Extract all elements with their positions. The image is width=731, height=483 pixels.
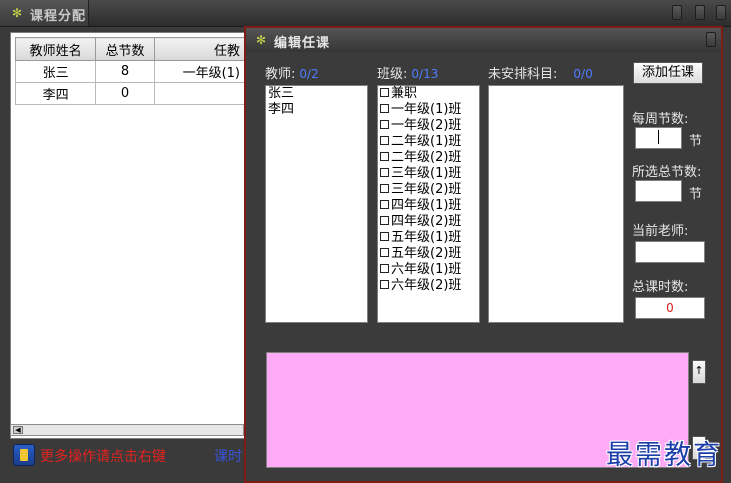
list-item[interactable]: 六年级(2)班 — [378, 278, 479, 294]
teacher-assignment-table: 教师姓名 总节数 任教 张三 8 一年级(1) 李四 0 — [14, 37, 246, 105]
list-item[interactable]: 六年级(1)班 — [378, 262, 479, 278]
list-item[interactable]: 一年级(2)班 — [378, 118, 479, 134]
app-icon: ✻ — [11, 6, 23, 20]
main-window-title: 课程分配 — [30, 9, 87, 24]
teacher-label: 教师: 0/2 — [265, 67, 319, 82]
list-item[interactable]: 四年级(1)班 — [378, 198, 479, 214]
cell-classes[interactable]: 一年级(1) — [153, 60, 246, 83]
list-item[interactable]: 一年级(1)班 — [378, 102, 479, 118]
column-header-classes[interactable]: 任教 — [153, 37, 246, 61]
checkbox[interactable] — [380, 136, 389, 145]
checkbox[interactable] — [380, 200, 389, 209]
list-item[interactable]: 张三 — [266, 86, 367, 102]
selected-total-label: 所选总节数: — [632, 165, 702, 180]
dialog-close-button[interactable] — [706, 32, 716, 47]
status-hint: 更多操作请点击右键 — [40, 449, 166, 465]
current-teacher-label: 当前老师: — [632, 224, 689, 239]
list-item[interactable]: 四年级(2)班 — [378, 214, 479, 230]
list-item[interactable]: 二年级(2)班 — [378, 150, 479, 166]
list-item[interactable]: 三年级(1)班 — [378, 166, 479, 182]
weekly-lessons-input[interactable] — [635, 127, 682, 149]
unscheduled-subject-label: 未安排科目: 0/0 — [488, 67, 593, 82]
cell-classes[interactable] — [153, 82, 246, 105]
checkbox[interactable] — [380, 152, 389, 161]
weekly-lessons-unit: 节 — [689, 134, 703, 149]
move-up-button[interactable]: ↑ — [692, 360, 706, 384]
column-header-teacher-name[interactable]: 教师姓名 — [14, 37, 97, 61]
teacher-table-panel: 教师姓名 总节数 任教 张三 8 一年级(1) 李四 0 — [10, 32, 246, 439]
class-count: 0/13 — [411, 67, 439, 81]
checkbox[interactable] — [380, 120, 389, 129]
menu-icon[interactable] — [13, 444, 35, 466]
column-header-total-lessons[interactable]: 总节数 — [95, 37, 155, 61]
list-item[interactable]: 五年级(1)班 — [378, 230, 479, 246]
main-title-tab[interactable]: ✻ 课程分配 — [0, 0, 89, 26]
list-item[interactable]: 三年级(2)班 — [378, 182, 479, 198]
dialog-app-icon: ✻ — [255, 33, 267, 47]
cell-total-lessons[interactable]: 0 — [95, 82, 155, 105]
class-label: 班级: 0/13 — [377, 67, 439, 82]
checkbox[interactable] — [380, 248, 389, 257]
checkbox[interactable] — [380, 104, 389, 113]
table-row[interactable]: 张三 8 一年级(1) — [14, 60, 246, 83]
unscheduled-count: 0/0 — [573, 67, 593, 81]
status-hours-label: 课时 — [214, 449, 242, 465]
dialog-title: 编辑任课 — [274, 36, 331, 51]
main-titlebar: ✻ 课程分配 — [0, 0, 731, 27]
class-checklist[interactable]: 兼职 一年级(1)班 一年级(2)班 二年级(1)班 二年级(2)班 三年级(1… — [377, 85, 480, 323]
checkbox[interactable] — [380, 232, 389, 241]
checkbox[interactable] — [380, 280, 389, 289]
checkbox[interactable] — [380, 168, 389, 177]
checkbox[interactable] — [380, 264, 389, 273]
list-item[interactable]: 五年级(2)班 — [378, 246, 479, 262]
checkbox[interactable] — [380, 88, 389, 97]
selected-total-field — [635, 180, 682, 202]
table-row[interactable]: 李四 0 — [14, 82, 246, 105]
selected-total-unit: 节 — [689, 187, 703, 202]
close-button[interactable] — [716, 5, 726, 20]
checkbox[interactable] — [380, 184, 389, 193]
unscheduled-subject-list[interactable] — [488, 85, 624, 323]
add-assignment-button[interactable]: 添加任课 — [633, 62, 703, 84]
total-hours-field: 0 — [635, 297, 705, 319]
list-item[interactable]: 兼职 — [378, 86, 479, 102]
maximize-button[interactable] — [695, 5, 705, 20]
checkbox[interactable] — [380, 216, 389, 225]
watermark-text: 最需教育 — [606, 440, 722, 471]
weekly-lessons-label: 每周节数: — [632, 112, 689, 127]
dialog-titlebar[interactable]: ✻ 编辑任课 — [246, 28, 721, 52]
list-item[interactable]: 二年级(1)班 — [378, 134, 479, 150]
cell-teacher-name[interactable]: 张三 — [14, 60, 97, 83]
scroll-left-arrow-icon[interactable]: ◀ — [13, 426, 23, 434]
total-hours-label: 总课时数: — [632, 280, 689, 295]
edit-assignment-dialog: ✻ 编辑任课 教师: 0/2 班级: 0/13 未安排科目: 0/0 添加任课 张三 … — [244, 26, 723, 483]
minimize-button[interactable] — [672, 5, 682, 20]
teacher-count: 0/2 — [299, 67, 319, 81]
horizontal-scrollbar[interactable]: ◀ — [10, 424, 244, 436]
cell-total-lessons[interactable]: 8 — [95, 60, 155, 83]
current-teacher-field — [635, 241, 705, 263]
teacher-list[interactable]: 张三 李四 — [265, 85, 368, 323]
list-item[interactable]: 李四 — [266, 102, 367, 118]
arrow-up-icon: ↑ — [694, 364, 704, 377]
cell-teacher-name[interactable]: 李四 — [14, 82, 97, 105]
